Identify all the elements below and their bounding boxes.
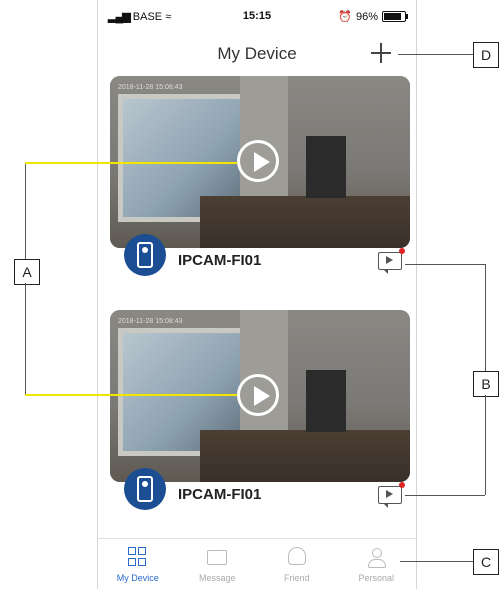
camera-name: IPCAM-FI01 <box>178 252 262 269</box>
play-button[interactable] <box>237 140 279 182</box>
camera-avatar <box>124 468 166 510</box>
play-button[interactable] <box>237 374 279 416</box>
preview-desk <box>200 430 410 482</box>
callout-b-connector <box>405 264 485 265</box>
grid-icon <box>127 547 148 567</box>
callout-d: D <box>473 42 499 68</box>
callout-c: C <box>473 549 499 575</box>
tab-my-device[interactable]: My Device <box>98 539 178 589</box>
preview-monitor <box>306 370 346 432</box>
status-bar: ▂▄▆ BASE ≈ 15:15 ⏰ 96% <box>98 10 416 26</box>
tab-bar: My Device Message Friend Personal <box>98 538 416 589</box>
callout-a-connector <box>25 283 26 395</box>
battery-icon <box>382 11 408 22</box>
callout-d-connector <box>398 54 473 55</box>
camera-avatar <box>124 234 166 276</box>
playback-button[interactable] <box>378 248 405 274</box>
alarm-icon: ⏰ <box>338 11 352 23</box>
callout-a-pointer <box>25 394 237 396</box>
callout-b: B <box>473 371 499 397</box>
callout-a-pointer <box>25 162 237 164</box>
callout-a: A <box>14 259 40 285</box>
tab-message[interactable]: Message <box>178 539 258 589</box>
callout-a-connector <box>25 163 26 259</box>
person-icon <box>366 547 387 568</box>
battery-percent: 96% <box>355 10 378 23</box>
friend-icon <box>287 547 306 565</box>
callout-b-connector <box>405 495 485 496</box>
preview-timestamp: 2018-11-28 15:08:43 <box>118 318 183 325</box>
tab-label: Message <box>198 573 236 583</box>
preview-timestamp: 2018-11-28 15:08:43 <box>118 84 183 91</box>
tab-label: My Device <box>116 573 159 583</box>
header: My Device <box>98 38 416 68</box>
tab-label: Friend <box>283 573 310 583</box>
preview-desk <box>200 196 410 248</box>
add-device-button[interactable] <box>368 40 394 66</box>
tab-friend[interactable]: Friend <box>257 539 337 589</box>
camera-device-icon <box>137 476 153 502</box>
message-icon <box>207 550 228 565</box>
camera-info-row: IPCAM-FI01 <box>110 234 410 302</box>
tab-label: Personal <box>358 573 395 583</box>
phone-screen: ▂▄▆ BASE ≈ 15:15 ⏰ 96% My Device 2018-11… <box>97 0 417 589</box>
camera-card: 2018-11-28 15:08:43 IPCAM-FI01 <box>110 310 410 536</box>
battery-info: ⏰ 96% <box>338 10 408 23</box>
preview-monitor <box>306 136 346 198</box>
tab-personal[interactable]: Personal <box>337 539 417 589</box>
camera-device-icon <box>137 242 153 268</box>
callout-c-connector <box>400 561 473 562</box>
notification-dot <box>399 482 405 488</box>
camera-name: IPCAM-FI01 <box>178 486 262 503</box>
playback-button[interactable] <box>378 482 405 508</box>
camera-preview[interactable]: 2018-11-28 15:08:43 <box>110 310 410 482</box>
notification-dot <box>399 248 405 254</box>
callout-b-connector <box>485 395 486 495</box>
camera-info-row: IPCAM-FI01 <box>110 468 410 536</box>
camera-card: 2018-11-28 15:08:43 IPCAM-FI01 <box>110 76 410 302</box>
callout-b-connector <box>485 264 486 371</box>
